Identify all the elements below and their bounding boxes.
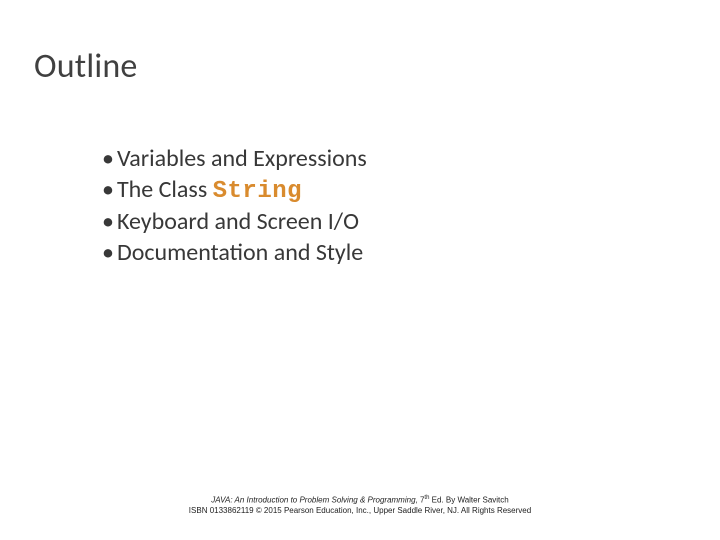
list-item: •Variables and Expressions [102,144,367,175]
footer-line-1: JAVA: An Introduction to Problem Solving… [0,495,720,506]
list-item-text: Variables and Expressions [117,144,367,173]
list-item-text: The Class [117,175,213,204]
bullet-icon: • [102,207,114,238]
list-item: •Documentation and Style [102,238,367,269]
footer-book-title: JAVA: An Introduction to Problem Solving… [211,496,415,505]
outline-list: •Variables and Expressions •The Class St… [102,144,367,269]
bullet-icon: • [102,175,114,206]
list-item-text: Documentation and Style [117,238,363,267]
list-item: •The Class String [102,175,367,208]
slide-title: Outline [34,46,138,87]
bullet-icon: • [102,144,114,175]
code-keyword: String [213,178,302,205]
footer-line-2: ISBN 0133862119 © 2015 Pearson Education… [0,506,720,516]
slide: Outline •Variables and Expressions •The … [0,0,720,540]
list-item-text: Keyboard and Screen I/O [117,207,359,236]
footer-edition-post: Ed. By Walter Savitch [429,496,508,505]
footer: JAVA: An Introduction to Problem Solving… [0,495,720,516]
bullet-icon: • [102,238,114,269]
list-item: •Keyboard and Screen I/O [102,207,367,238]
